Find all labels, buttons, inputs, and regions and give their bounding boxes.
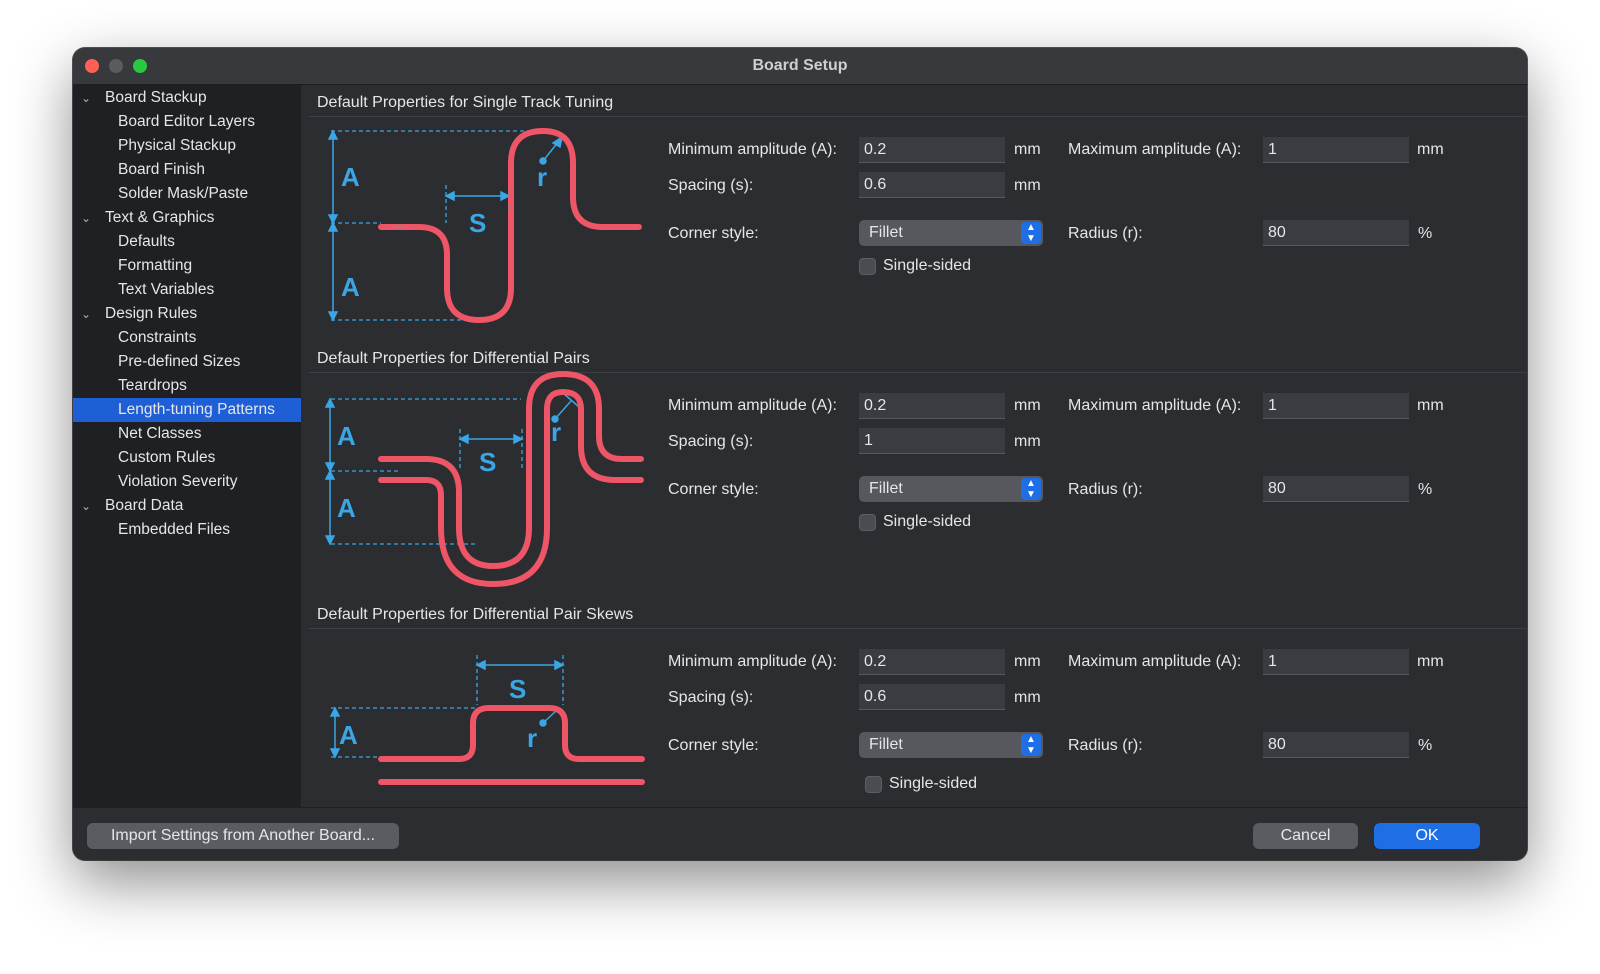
title-bar: Board Setup [73, 48, 1527, 85]
tree-item-board-data[interactable]: ⌄ Board Data [73, 494, 301, 518]
radius-label-r: r [537, 162, 547, 192]
updown-chevron-icon: ▲ ▼ [1021, 222, 1041, 244]
differential-pair-diagram: A A S r [324, 370, 644, 588]
tree-item-predefined-sizes[interactable]: Pre-defined Sizes [73, 350, 301, 374]
tree-item-board-finish[interactable]: Board Finish [73, 158, 301, 182]
max-amplitude-label: Maximum amplitude (A): [1068, 397, 1242, 414]
single-sided-checkbox[interactable] [859, 258, 876, 275]
amplitude-label-a: A [337, 493, 356, 523]
min-amplitude-label: Minimum amplitude (A): [668, 397, 837, 414]
min-amplitude-input[interactable]: 0.2 [859, 137, 1005, 163]
radius-input[interactable]: 80 [1263, 220, 1409, 246]
radius-unit: % [1418, 481, 1433, 498]
chevron-down-icon[interactable]: ⌄ [81, 302, 91, 326]
radius-label-r: r [527, 723, 537, 753]
tree-item-violation-severity[interactable]: Violation Severity [73, 470, 301, 494]
min-amplitude-input[interactable]: 0.2 [859, 649, 1005, 675]
tree-item-length-tuning-patterns[interactable]: Length-tuning Patterns [73, 398, 301, 422]
chevron-down-icon[interactable]: ⌄ [81, 86, 91, 110]
tree-item-design-rules[interactable]: ⌄ Design Rules [73, 302, 301, 326]
min-amplitude-label: Minimum amplitude (A): [668, 653, 837, 670]
tree-item-board-stackup[interactable]: ⌄ Board Stackup [73, 86, 301, 110]
tree-item-board-editor-layers[interactable]: Board Editor Layers [73, 110, 301, 134]
chevron-down-icon[interactable]: ⌄ [81, 206, 91, 230]
import-settings-button[interactable]: Import Settings from Another Board... [87, 823, 399, 849]
spacing-label-s: S [469, 208, 486, 238]
settings-tree[interactable]: ⌄ Board Stackup Board Editor Layers Physi… [73, 85, 301, 807]
radius-label: Radius (r): [1068, 481, 1143, 498]
spacing-input[interactable]: 0.6 [859, 172, 1005, 198]
max-amplitude-label: Maximum amplitude (A): [1068, 141, 1242, 158]
min-amplitude-unit: mm [1014, 141, 1041, 158]
amplitude-label-a: A [337, 421, 356, 451]
cancel-button[interactable]: Cancel [1253, 823, 1358, 849]
max-amplitude-label: Maximum amplitude (A): [1068, 653, 1242, 670]
tree-item-formatting[interactable]: Formatting [73, 254, 301, 278]
radius-label-r: r [551, 417, 561, 447]
radius-input[interactable]: 80 [1263, 732, 1409, 758]
spacing-label: Spacing (s): [668, 689, 754, 706]
min-amplitude-unit: mm [1014, 653, 1041, 670]
updown-chevron-icon: ▲ ▼ [1021, 734, 1041, 756]
max-amplitude-unit: mm [1417, 653, 1444, 670]
tree-item-net-classes[interactable]: Net Classes [73, 422, 301, 446]
tree-item-teardrops[interactable]: Teardrops [73, 374, 301, 398]
max-amplitude-unit: mm [1417, 141, 1444, 158]
max-amplitude-unit: mm [1417, 397, 1444, 414]
tree-item-embedded-files[interactable]: Embedded Files [73, 518, 301, 542]
spacing-label-s: S [509, 674, 526, 704]
spacing-label-s: S [479, 447, 496, 477]
amplitude-label-a: A [341, 272, 360, 302]
spacing-unit: mm [1014, 433, 1041, 450]
corner-style-select[interactable]: Fillet ▲ ▼ [859, 476, 1043, 502]
single-sided-label: Single-sided [883, 513, 972, 530]
radius-unit: % [1418, 737, 1433, 754]
radius-unit: % [1418, 225, 1433, 242]
tree-item-text-graphics[interactable]: ⌄ Text & Graphics [73, 206, 301, 230]
spacing-input[interactable]: 0.6 [859, 684, 1005, 710]
radius-label: Radius (r): [1068, 737, 1143, 754]
spacing-input[interactable]: 1 [859, 428, 1005, 454]
tree-item-text-variables[interactable]: Text Variables [73, 278, 301, 302]
tree-item-physical-stackup[interactable]: Physical Stackup [73, 134, 301, 158]
tree-item-custom-rules[interactable]: Custom Rules [73, 446, 301, 470]
spacing-unit: mm [1014, 689, 1041, 706]
corner-style-select[interactable]: Fillet ▲ ▼ [859, 732, 1043, 758]
spacing-label: Spacing (s): [668, 433, 754, 450]
max-amplitude-input[interactable]: 1 [1263, 393, 1409, 419]
single-sided-checkbox[interactable] [859, 514, 876, 531]
single-sided-label: Single-sided [889, 775, 978, 792]
min-amplitude-label: Minimum amplitude (A): [668, 141, 837, 158]
tree-item-constraints[interactable]: Constraints [73, 326, 301, 350]
corner-style-label: Corner style: [668, 225, 759, 242]
single-sided-label: Single-sided [883, 257, 972, 274]
max-amplitude-input[interactable]: 1 [1263, 137, 1409, 163]
amplitude-label-a: A [339, 720, 358, 750]
updown-chevron-icon: ▲ ▼ [1021, 478, 1041, 500]
window-title: Board Setup [752, 57, 848, 74]
spacing-unit: mm [1014, 177, 1041, 194]
tree-item-solder-mask-paste[interactable]: Solder Mask/Paste [73, 182, 301, 206]
corner-style-select[interactable]: Fillet ▲ ▼ [859, 220, 1043, 246]
ok-button[interactable]: OK [1374, 823, 1480, 849]
tree-item-defaults[interactable]: Defaults [73, 230, 301, 254]
board-setup-dialog: Board Setup ⌄ Board Stackup Board Editor … [73, 48, 1527, 860]
radius-input[interactable]: 80 [1263, 476, 1409, 502]
differential-pair-skew-diagram: A S r [329, 655, 645, 785]
min-amplitude-unit: mm [1014, 397, 1041, 414]
max-amplitude-input[interactable]: 1 [1263, 649, 1409, 675]
min-amplitude-input[interactable]: 0.2 [859, 393, 1005, 419]
length-tuning-patterns-panel: Default Properties for Single Track Tuni… [301, 85, 1527, 807]
corner-style-label: Corner style: [668, 737, 759, 754]
single-sided-checkbox[interactable] [865, 776, 882, 793]
amplitude-label-a: A [341, 162, 360, 192]
corner-style-label: Corner style: [668, 481, 759, 498]
spacing-label: Spacing (s): [668, 177, 754, 194]
single-track-diagram: A A S r [327, 127, 642, 324]
dialog-button-bar: Import Settings from Another Board... Ca… [73, 807, 1527, 860]
chevron-down-icon[interactable]: ⌄ [81, 494, 91, 518]
radius-label: Radius (r): [1068, 225, 1143, 242]
